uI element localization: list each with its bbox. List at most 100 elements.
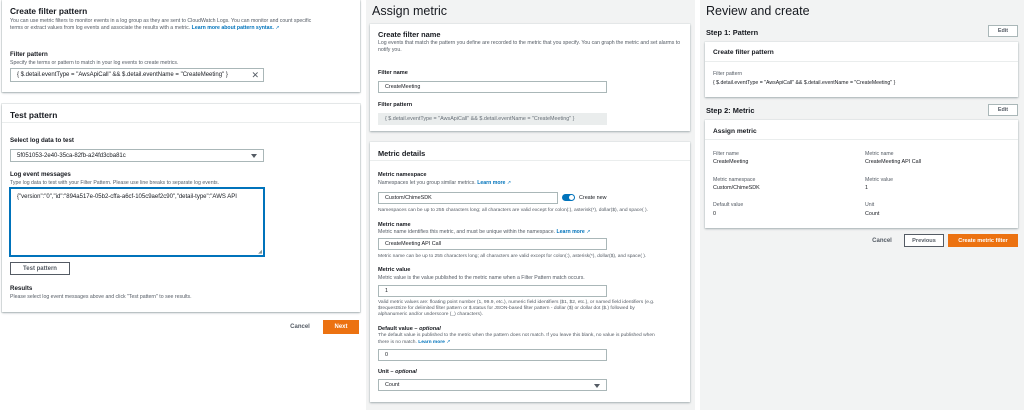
description-line: The default value is published to the me…: [378, 333, 655, 338]
test-pattern-button[interactable]: Test pattern: [10, 262, 70, 275]
filter-name-value: CreateMeeting: [713, 159, 749, 165]
default-value-value: 0: [385, 352, 388, 358]
filter-pattern-value: { $.detail.eventType = "AwsApiCall" && $…: [385, 116, 575, 122]
hint-line: Valid metric values are: floating point …: [378, 300, 655, 305]
description-line: terms or extract values from log events …: [10, 24, 191, 31]
filter-pattern-value: { $.detail.eventType = "AwsApiCall" && $…: [713, 80, 896, 86]
filter-pattern-label: Filter pattern: [10, 51, 48, 58]
filter-name-input[interactable]: CreateMeeting: [378, 81, 607, 93]
metric-namespace-description: Namespaces let you group similar metrics…: [378, 180, 511, 186]
results-label: Results: [10, 285, 33, 292]
filter-name-card: Create filter name Log events that match…: [370, 24, 690, 131]
label-text: Unit: [378, 369, 389, 375]
hint-line: alphanumeric and/or underscore (_) chara…: [378, 312, 483, 318]
filter-pattern-label: Filter pattern: [378, 102, 413, 108]
card-header: Assign metric: [705, 120, 1018, 140]
resize-handle-icon[interactable]: ◢: [258, 249, 262, 255]
metric-name-value: CreateMeeting API Call: [865, 159, 922, 165]
metric-name-hint: Metric name can be up to 255 characters …: [378, 254, 647, 259]
pattern-summary-card: Create filter pattern Filter pattern { $…: [705, 42, 1018, 97]
filter-name-label: Filter name: [378, 70, 408, 76]
review-and-create-panel: Review and create Step 1: Pattern Edit C…: [700, 0, 1024, 410]
next-button[interactable]: Next: [323, 320, 359, 334]
default-value-learn-more-link[interactable]: Learn more: [418, 340, 445, 345]
log-event-messages-textarea[interactable]: {"version":"0","id":"894a517e-05b2-cffa-…: [10, 188, 264, 256]
default-value-label: Default value: [713, 202, 744, 208]
create-new-label: Create new: [579, 195, 607, 201]
metric-value-hint: Valid metric values are: floating point …: [378, 300, 683, 319]
pattern-syntax-link[interactable]: Learn more about pattern syntax.: [192, 25, 274, 31]
filter-pattern-label: Filter pattern: [713, 71, 743, 77]
metric-name-learn-more-link[interactable]: Learn more: [557, 229, 585, 235]
filter-name-value: CreateMeeting: [385, 84, 421, 90]
log-event-messages-description: Type log data to test with your Filter P…: [10, 180, 220, 186]
description-line: You can use metric filters to monitor ev…: [10, 18, 312, 24]
create-new-toggle[interactable]: [562, 194, 575, 201]
metric-name-value: CreateMeeting API Call: [385, 241, 442, 247]
step-2-heading: Step 2: Metric: [706, 106, 755, 115]
hint-line: $requestSize for delimited filter patter…: [378, 306, 635, 312]
metric-name-input[interactable]: CreateMeeting API Call: [378, 238, 607, 250]
log-data-select[interactable]: 5f051053-2e40-35ca-82fb-a24fd3cba81c: [10, 149, 264, 162]
metric-namespace-value: Custom/ChimeSDK: [385, 195, 432, 201]
metric-name-label: Metric name: [865, 151, 894, 157]
caret-down-icon: [251, 154, 257, 158]
metric-value-value: 1: [385, 288, 388, 294]
unit-value: Count: [385, 382, 400, 388]
metric-namespace-label: Metric namespace: [378, 172, 427, 178]
create-filter-pattern-panel: Create filter pattern You can use metric…: [0, 0, 362, 410]
unit-value: Count: [865, 211, 880, 217]
external-link-icon: ↗: [506, 180, 512, 186]
card-title: Create filter name: [378, 30, 441, 39]
filter-name-label: Filter name: [713, 151, 739, 157]
filter-pattern-readonly-input: { $.detail.eventType = "AwsApiCall" && $…: [378, 113, 607, 125]
log-event-messages-label: Log event messages: [10, 171, 71, 178]
unit-select[interactable]: Count: [378, 379, 607, 391]
card-header: Test pattern: [2, 104, 360, 123]
cancel-button[interactable]: Cancel: [283, 320, 317, 333]
create-metric-filter-button[interactable]: Create metric filter: [948, 234, 1018, 247]
edit-pattern-button[interactable]: Edit: [988, 25, 1018, 37]
label-text: Default value: [378, 326, 413, 332]
previous-button[interactable]: Previous: [904, 234, 944, 247]
log-event-text: {"version":"0","id":"894a517e-05b2-cffa-…: [17, 194, 237, 200]
description-text: Namespaces let you group similar metrics…: [378, 180, 476, 186]
default-value-label: Default value – optional: [378, 326, 441, 332]
card-title: Create filter pattern: [713, 49, 774, 56]
description-line: Log events that match the pattern you de…: [378, 40, 681, 46]
clear-icon[interactable]: ✕: [251, 70, 259, 81]
metric-namespace-label: Metric namespace: [713, 177, 756, 183]
default-value-value: 0: [713, 211, 716, 217]
unit-label: Unit – optional: [378, 369, 417, 375]
step-1-heading: Step 1: Pattern: [706, 28, 759, 37]
metric-value-input[interactable]: 1: [378, 285, 607, 297]
card-title: Metric details: [378, 149, 426, 158]
external-link-icon: ↗: [275, 24, 280, 31]
metric-value-description: Metric value is the value published to t…: [378, 275, 585, 281]
description-text: Metric name identifies this metric, and …: [378, 229, 556, 235]
namespace-learn-more-link[interactable]: Learn more: [477, 180, 505, 186]
page-title: Assign metric: [372, 4, 448, 18]
card-title: Create filter pattern: [10, 6, 88, 16]
caret-down-icon: [594, 384, 600, 388]
log-stream-value: 5f051053-2e40-35ca-82fb-a24fd3cba81c: [17, 152, 126, 159]
metric-namespace-input[interactable]: Custom/ChimeSDK: [378, 192, 558, 204]
card-description: Log events that match the pattern you de…: [378, 40, 683, 53]
filter-pattern-card: Create filter pattern You can use metric…: [2, 0, 360, 92]
edit-metric-button[interactable]: Edit: [988, 104, 1018, 116]
card-title: Assign metric: [713, 128, 757, 135]
optional-tag: optional: [419, 326, 441, 332]
description-line: there is no match.: [378, 340, 417, 346]
metric-details-card: Metric details Metric namespace Namespac…: [370, 142, 690, 402]
metric-name-description: Metric name identifies this metric, and …: [378, 229, 590, 235]
description-line: notify you.: [378, 46, 402, 53]
filter-pattern-input[interactable]: { $.detail.eventType = "AwsApiCall" && $…: [10, 68, 264, 82]
card-title: Test pattern: [10, 110, 58, 120]
test-pattern-card: Test pattern Select log data to test 5f0…: [2, 104, 360, 312]
select-log-data-label: Select log data to test: [10, 137, 74, 144]
metric-value-label: Metric value: [378, 267, 411, 273]
card-header: Create filter pattern: [705, 42, 1018, 62]
cancel-button[interactable]: Cancel: [866, 234, 898, 247]
default-value-description: The default value is published to the me…: [378, 333, 683, 346]
default-value-input[interactable]: 0: [378, 349, 607, 361]
